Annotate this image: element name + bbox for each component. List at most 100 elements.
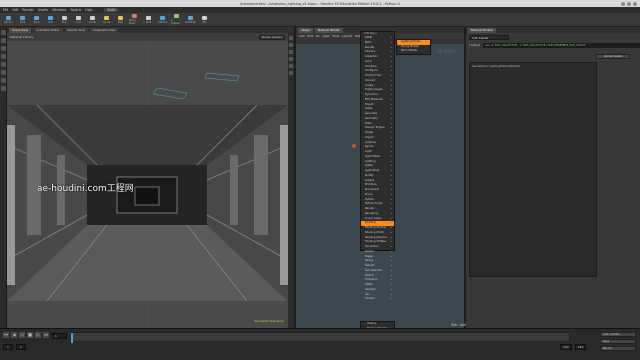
- tab-menu-item-label: Control Flow: [365, 74, 382, 77]
- shelf-tool-label: Torus: [33, 20, 40, 24]
- tab-menu-item[interactable]: Volume ▸: [361, 297, 394, 302]
- network-menu-go[interactable]: Go: [316, 34, 320, 38]
- shelf-tool-label: L-System: [171, 19, 180, 25]
- light-gizmo: [152, 87, 188, 100]
- watermark-text: ae-houdini.com工程网: [37, 184, 134, 194]
- lighting-mode-icon[interactable]: [289, 50, 293, 54]
- minimize-button[interactable]: [621, 1, 625, 6]
- start-frame-field[interactable]: 1: [3, 344, 13, 350]
- tab-menu-item-label: Stage: [365, 254, 373, 258]
- tab-scene-view[interactable]: Scene View: [9, 27, 32, 33]
- menu-windows[interactable]: Windows: [52, 8, 66, 12]
- close-button[interactable]: [633, 1, 637, 6]
- shelf-tool-circle[interactable]: Circle: [87, 14, 98, 25]
- network-menu-tools[interactable]: Tools: [332, 34, 339, 38]
- shelf-tool-curve[interactable]: Curve: [101, 14, 112, 25]
- parameter-text-area[interactable]: Subnetwork: Lighting/MaterialBuilder: [469, 62, 597, 277]
- shelf-tool-icon: [48, 15, 53, 20]
- shelf-tool-file[interactable]: File: [199, 14, 210, 25]
- menu-render[interactable]: Render: [23, 8, 34, 12]
- network-menu-layout[interactable]: Layout: [342, 34, 352, 38]
- shelf-tool-tube[interactable]: Tube: [17, 14, 28, 25]
- menu-help[interactable]: Help: [85, 8, 92, 12]
- window-controls: [621, 1, 637, 6]
- end-frame-range: 240 240: [560, 344, 587, 350]
- script-field[interactable]: vex -q 'SOP_COLLECTIVE' -o 'SOP_COLLECTI…: [483, 42, 640, 48]
- tab-menu-item-label: Vex: [365, 292, 370, 296]
- shelf-tool-sphere[interactable]: Sphere: [3, 14, 14, 25]
- tab-material-builder[interactable]: Material Builder: [468, 27, 497, 33]
- parameter-editor: Material Builder mat_builder Content vex…: [466, 27, 640, 328]
- playhead[interactable]: [71, 333, 73, 343]
- snap-tool-icon[interactable]: [1, 86, 6, 91]
- select-tool-icon[interactable]: [1, 30, 6, 35]
- range-end-field[interactable]: 240: [574, 344, 587, 350]
- shelf-tool-font[interactable]: Font: [143, 14, 154, 25]
- tab-menu-item-label: Shading Utilities: [365, 240, 387, 244]
- shelf-tool-path[interactable]: Path: [115, 14, 126, 25]
- shelf-tool-null[interactable]: Null: [59, 14, 70, 25]
- shelf-tool-line[interactable]: Line: [73, 14, 84, 25]
- menu-edit[interactable]: Edit: [12, 8, 18, 12]
- shelf-tool-spray-paint[interactable]: Spray Paint: [129, 14, 140, 25]
- keys-button[interactable]: Keys: [600, 339, 636, 344]
- record-button[interactable]: Record: [600, 346, 636, 351]
- tab-menu-item-label: Python: [365, 197, 374, 201]
- move-tool-icon[interactable]: [1, 38, 6, 43]
- handle-tool-icon[interactable]: [1, 70, 6, 75]
- tab-menu-item-label: Karma: [365, 145, 374, 149]
- tab-menu-item-label: Lights: [365, 164, 373, 168]
- tab-menu-item-label: Render: [365, 207, 375, 210]
- scale-tool-icon[interactable]: [1, 54, 6, 59]
- shading-mode-icon[interactable]: [289, 43, 293, 47]
- tab-stage[interactable]: /stage: [298, 27, 313, 33]
- timeline-scrubber[interactable]: [70, 332, 570, 343]
- shelf-toolbar: Sphere Tube Torus Grid Null Line Circle Curve Pa…: [0, 13, 640, 27]
- network-menu-view[interactable]: View: [323, 34, 330, 38]
- shelf-tool-icon: [188, 15, 193, 20]
- rotate-tool-icon[interactable]: [1, 46, 6, 51]
- tab-menu-item-label: Shading (Karma): [365, 235, 387, 239]
- camera-icon[interactable]: [289, 71, 293, 75]
- pose-tool-icon[interactable]: [1, 62, 6, 67]
- network-node[interactable]: [352, 144, 356, 148]
- reload-assets-button[interactable]: Reload Assets: [596, 54, 630, 59]
- play-reverse-icon[interactable]: ◁: [19, 332, 25, 338]
- tab-menu-item-label: Output: [365, 178, 375, 182]
- start-frame-field-2[interactable]: 1: [15, 344, 26, 350]
- display-option-icon[interactable]: [289, 36, 293, 40]
- network-menu-add[interactable]: Add: [299, 34, 304, 38]
- end-frame-field[interactable]: 240: [560, 344, 572, 350]
- menu-file[interactable]: File: [3, 8, 8, 12]
- jump-end-icon[interactable]: ⏭: [43, 332, 49, 338]
- tab-material-palette[interactable]: Material Palette: [314, 27, 343, 33]
- current-frame-field[interactable]: 1: [52, 333, 67, 339]
- network-menu-edit[interactable]: Edit: [307, 34, 312, 38]
- node-name-field[interactable]: mat_builder: [469, 34, 509, 40]
- scene-viewport[interactable]: Material Library Render Camera ae-houdin…: [7, 33, 288, 328]
- grid-toggle-icon[interactable]: [289, 64, 293, 68]
- shelf-tool-grid[interactable]: Grid: [45, 14, 56, 25]
- submenu-item[interactable]: Blinn Shader: [397, 49, 430, 54]
- stop-icon[interactable]: ■: [27, 332, 33, 338]
- shelf-tool-platonic[interactable]: Platonic: [157, 14, 168, 25]
- maximize-button[interactable]: [627, 1, 631, 6]
- step-back-icon[interactable]: ◀: [11, 332, 17, 338]
- view-tool-icon[interactable]: [1, 78, 6, 83]
- desktop-selector[interactable]: Build: [104, 8, 119, 12]
- shelf-tool-metaball[interactable]: Metaball: [185, 14, 196, 25]
- auto-update-button[interactable]: Auto Update: [600, 332, 636, 337]
- menu-solaris[interactable]: Solaris: [71, 8, 82, 12]
- shelf-tool-label: Curve: [102, 20, 111, 24]
- shelf-tool-torus[interactable]: Torus: [31, 14, 42, 25]
- tab-render-view[interactable]: Render View: [64, 27, 88, 33]
- jump-start-icon[interactable]: ⏮: [3, 332, 9, 338]
- script-row: Content vex -q 'SOP_COLLECTIVE' -o 'SOP_…: [466, 41, 640, 49]
- tab-animation-editor[interactable]: Animation Editor: [33, 27, 63, 33]
- shelf-tool-icon: [118, 15, 123, 20]
- tab-composite-view[interactable]: Composite View: [89, 27, 119, 33]
- shelf-tool-l-system[interactable]: L-System: [171, 14, 182, 25]
- menu-assets[interactable]: Assets: [38, 8, 48, 12]
- visibility-icon[interactable]: [289, 57, 293, 61]
- play-icon[interactable]: ▷: [35, 332, 41, 338]
